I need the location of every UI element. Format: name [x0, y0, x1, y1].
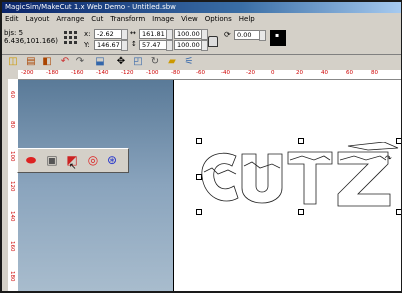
crack-line-z: [339, 155, 387, 161]
scale-h-field[interactable]: 100.00: [174, 40, 202, 50]
redo-icon[interactable]: ↷: [74, 56, 86, 68]
object-info: bjs: 5 6.436,101.166): [4, 29, 58, 45]
rotate-handle-icon[interactable]: ↷: [385, 154, 392, 163]
ruler-h-tick: -100: [146, 70, 159, 76]
letter-z-outline: [337, 151, 391, 207]
menu-edit[interactable]: Edit: [5, 15, 19, 23]
ruler-h-tick: 80: [371, 70, 378, 76]
ruler-v-tick: 180: [9, 271, 15, 282]
width-field[interactable]: 161.81: [139, 29, 167, 39]
menu-bar: Edit Layout Arrange Cut Transform Image …: [2, 13, 401, 25]
window-title: MagicSim/MakeCut 1.x Web Demo - Untitled…: [2, 2, 401, 13]
crack-line-t: [289, 155, 331, 161]
menu-cut[interactable]: Cut: [91, 15, 103, 23]
anchor-grid-icon[interactable]: [64, 31, 78, 45]
height-spinner[interactable]: [166, 40, 173, 51]
ruler-h-tick: -20: [246, 70, 255, 76]
ruler-v-tick: 100: [9, 151, 15, 162]
ruler-v-tick: 120: [9, 181, 15, 192]
text-icon[interactable]: ▣: [45, 153, 59, 167]
height-field[interactable]: 57.47: [139, 40, 167, 50]
weld-icon[interactable]: ⚟: [183, 56, 195, 68]
ruler-h-tick: 20: [296, 70, 303, 76]
menu-help[interactable]: Help: [239, 15, 255, 23]
crack-line-c: [203, 167, 237, 175]
open-icon[interactable]: ◫: [7, 56, 19, 68]
ruler-h-tick: -40: [221, 70, 230, 76]
ruler-h-tick: -140: [96, 70, 109, 76]
menu-options[interactable]: Options: [205, 15, 232, 23]
ruler-h-tick: -160: [71, 70, 84, 76]
save-icon[interactable]: ◧: [41, 56, 53, 68]
redo-alt-icon[interactable]: ↻: [149, 56, 161, 68]
app-window: MagicSim/MakeCut 1.x Web Demo - Untitled…: [2, 2, 401, 291]
horizontal-ruler: -200 -180 -160 -140 -120 -100 -80 -60 -4…: [18, 70, 401, 80]
y-label: Y:: [84, 41, 90, 49]
rotate-icon: ⟳: [224, 30, 231, 39]
cutz-graphic[interactable]: [198, 142, 401, 214]
y-spinner[interactable]: [121, 40, 128, 51]
scale-h-spinner[interactable]: [201, 40, 208, 51]
ruler-v-tick: 140: [9, 211, 15, 222]
tile-icon[interactable]: ⊛: [105, 153, 119, 167]
undo-icon[interactable]: ↶: [59, 56, 71, 68]
ruler-h-tick: 40: [321, 70, 328, 76]
ruler-h-tick: -180: [46, 70, 59, 76]
object-coords: 6.436,101.166): [4, 37, 58, 45]
ruler-v-tick: 160: [9, 241, 15, 252]
move-icon[interactable]: ✥: [115, 56, 127, 68]
lock-icon[interactable]: [208, 36, 218, 47]
x-field[interactable]: -2.62: [94, 29, 122, 39]
crack-line-u: [243, 161, 281, 169]
height-arrow-icon: ↕: [131, 40, 137, 48]
width-arrow-icon: ↔: [130, 29, 136, 37]
shape-icon[interactable]: ⬬: [24, 153, 38, 167]
folder-icon[interactable]: ▰: [166, 56, 178, 68]
angle-spinner[interactable]: [259, 30, 266, 41]
object-count: bjs: 5: [4, 29, 24, 37]
menu-view[interactable]: View: [181, 15, 198, 23]
ruler-h-tick: -60: [196, 70, 205, 76]
ruler-h-tick: 0: [271, 70, 275, 76]
menu-arrange[interactable]: Arrange: [56, 15, 84, 23]
import-icon[interactable]: ◰: [132, 56, 144, 68]
letter-c-outline: [201, 152, 239, 202]
mat-background: [18, 80, 173, 291]
menu-transform[interactable]: Transform: [110, 15, 145, 23]
letter-u-outline: [241, 153, 283, 204]
x-spinner[interactable]: [121, 29, 128, 40]
ruler-v-tick: 60: [9, 91, 15, 98]
pattern-icon[interactable]: ◎: [86, 153, 100, 167]
scale-w-spinner[interactable]: [201, 29, 208, 40]
x-label: x:: [84, 30, 91, 38]
menu-layout[interactable]: Layout: [26, 15, 50, 23]
color-swatch[interactable]: ▪: [270, 30, 286, 46]
ruler-v-tick: 80: [9, 121, 15, 128]
print-icon[interactable]: ▤: [25, 56, 37, 68]
ruler-h-tick: -200: [21, 70, 34, 76]
menu-image[interactable]: Image: [152, 15, 174, 23]
cut-tool-icon[interactable]: ⬓: [94, 56, 106, 68]
main-toolbar: ◫ ▤ ◧ ↶ ↷ ⬓ ✥ ◰ ↻ ▰ ⚟: [2, 55, 401, 70]
width-spinner[interactable]: [166, 29, 173, 40]
letter-t-outline: [287, 151, 333, 205]
angle-field[interactable]: 0.00: [234, 30, 260, 40]
ruler-h-tick: 60: [346, 70, 353, 76]
swatch-marker-icon: ▪: [275, 32, 280, 39]
y-field[interactable]: 146.67: [94, 40, 122, 50]
pointer-cursor-icon: ↖: [69, 162, 77, 172]
ruler-h-tick: -120: [121, 70, 134, 76]
properties-bar: bjs: 5 6.436,101.166) x: -2.62 Y: 146.67…: [2, 25, 401, 55]
ruler-h-tick: -80: [171, 70, 180, 76]
scale-w-field[interactable]: 100.00: [174, 29, 202, 39]
accent-shard: [347, 142, 399, 151]
